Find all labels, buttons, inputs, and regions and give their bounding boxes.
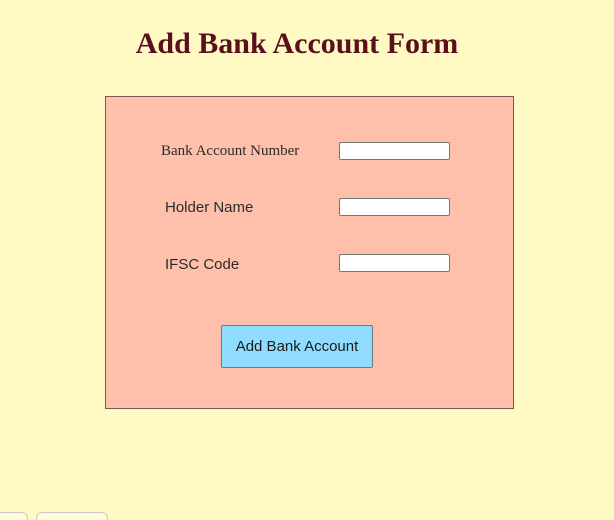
page: Add Bank Account Form Bank Account Numbe…	[0, 0, 614, 520]
browser-tab-stub	[0, 512, 28, 520]
account-number-input[interactable]	[339, 142, 450, 160]
holder-name-label: Holder Name	[165, 199, 254, 216]
add-bank-account-button[interactable]: Add Bank Account	[221, 325, 373, 368]
ifsc-code-input[interactable]	[339, 254, 450, 272]
page-title: Add Bank Account Form	[135, 27, 459, 60]
holder-name-input[interactable]	[339, 198, 450, 216]
ifsc-code-label: IFSC Code	[165, 256, 240, 273]
add-bank-account-form: Bank Account Number Holder Name IFSC Cod…	[105, 96, 514, 409]
browser-tab-stub	[36, 512, 108, 520]
account-number-label: Bank Account Number	[161, 143, 300, 159]
